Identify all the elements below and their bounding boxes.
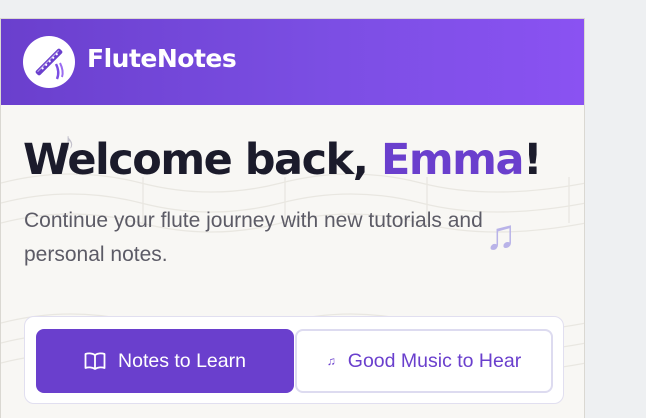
greeting-text: Welcome back, — [23, 135, 369, 185]
tab-notes-to-learn[interactable]: Notes to Learn — [36, 329, 294, 393]
book-open-icon — [84, 351, 106, 371]
music-note-icon: ♫ — [326, 354, 336, 368]
tab-good-music-to-hear[interactable]: ♫ Good Music to Hear — [295, 329, 553, 393]
section-tabs: Notes to Learn ♫ Good Music to Hear — [24, 316, 564, 404]
welcome-heading: Welcome back, Emma! — [23, 135, 543, 185]
flute-icon — [35, 48, 64, 80]
app-title: FluteNotes — [87, 44, 237, 73]
welcome-panel: ♪ ♫ FluteNotes Welcome back, Emma! Conti… — [0, 18, 585, 418]
tab-label: Good Music to Hear — [347, 349, 522, 372]
welcome-subtitle: Continue your flute journey with new tut… — [24, 209, 483, 266]
app-header: FluteNotes — [1, 19, 584, 105]
user-name: Emma — [380, 135, 525, 185]
app-logo[interactable] — [23, 36, 75, 88]
tab-label: Notes to Learn — [118, 349, 246, 372]
greeting-exclamation: ! — [523, 135, 543, 185]
